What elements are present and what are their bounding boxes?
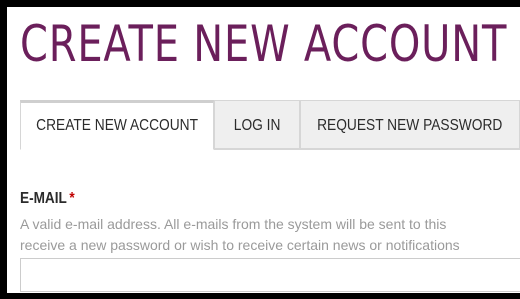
email-description-line: A valid e-mail address. All e-mails from… bbox=[20, 216, 447, 232]
required-marker: * bbox=[69, 190, 75, 207]
email-label: E-MAIL * bbox=[20, 190, 75, 208]
email-description-line: receive a new password or wish to receiv… bbox=[20, 237, 460, 253]
tab-create-new-account[interactable]: CREATE NEW ACCOUNT bbox=[20, 100, 214, 150]
tab-label: CREATE NEW ACCOUNT bbox=[36, 117, 198, 134]
page-title: CREATE NEW ACCOUNT bbox=[20, 15, 508, 73]
account-tabs: CREATE NEW ACCOUNT LOG IN REQUEST NEW PA… bbox=[20, 100, 520, 150]
email-description: A valid e-mail address. All e-mails from… bbox=[20, 214, 460, 256]
tab-log-in[interactable]: LOG IN bbox=[214, 100, 300, 149]
email-label-text: E-MAIL bbox=[20, 190, 67, 207]
page-frame: CREATE NEW ACCOUNT CREATE NEW ACCOUNT LO… bbox=[0, 0, 520, 299]
tab-request-new-password[interactable]: REQUEST NEW PASSWORD bbox=[300, 100, 520, 149]
tab-label: REQUEST NEW PASSWORD bbox=[317, 117, 503, 134]
tab-label: LOG IN bbox=[233, 117, 281, 134]
email-field[interactable] bbox=[20, 258, 520, 292]
